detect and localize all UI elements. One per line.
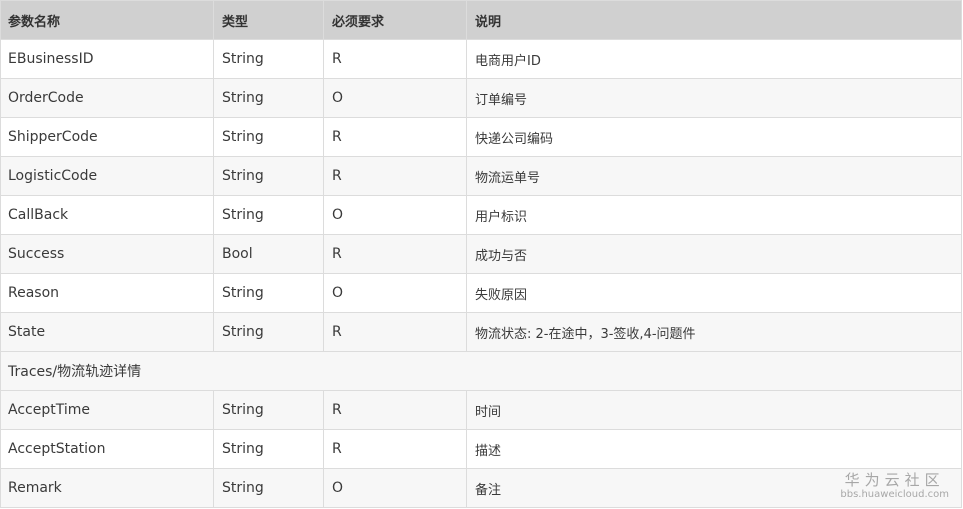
cell-param-name: Remark: [0, 468, 214, 508]
cell-description: 成功与否: [466, 234, 962, 274]
cell-param-name: State: [0, 312, 214, 352]
header-description: 说明: [466, 0, 962, 40]
cell-type: String: [213, 429, 324, 469]
cell-param-name: LogisticCode: [0, 156, 214, 196]
cell-type: String: [213, 156, 324, 196]
cell-param-name: AcceptTime: [0, 390, 214, 430]
cell-description: 订单编号: [466, 78, 962, 118]
cell-param-name: Success: [0, 234, 214, 274]
cell-param-name: AcceptStation: [0, 429, 214, 469]
cell-required: R: [323, 39, 467, 79]
table-row: OrderCode String O 订单编号: [0, 78, 962, 118]
cell-param-name: EBusinessID: [0, 39, 214, 79]
header-required: 必须要求: [323, 0, 467, 40]
table-row: AcceptStation String R 描述: [0, 429, 962, 469]
section-header-row: Traces/物流轨迹详情: [0, 351, 962, 391]
cell-type: String: [213, 39, 324, 79]
header-type: 类型: [213, 0, 324, 40]
cell-description: 物流运单号: [466, 156, 962, 196]
cell-type: String: [213, 468, 324, 508]
cell-param-name: ShipperCode: [0, 117, 214, 157]
cell-param-name: CallBack: [0, 195, 214, 235]
cell-required: O: [323, 195, 467, 235]
cell-required: O: [323, 273, 467, 313]
header-param-name: 参数名称: [0, 0, 214, 40]
cell-description: 时间: [466, 390, 962, 430]
cell-required: R: [323, 390, 467, 430]
cell-param-name: Reason: [0, 273, 214, 313]
cell-type: String: [213, 390, 324, 430]
watermark-title: 华为云社区: [844, 471, 945, 489]
cell-type: String: [213, 195, 324, 235]
cell-required: R: [323, 156, 467, 196]
cell-param-name: OrderCode: [0, 78, 214, 118]
cell-description: 快递公司编码: [466, 117, 962, 157]
section-label: Traces/物流轨迹详情: [0, 351, 962, 391]
cell-required: O: [323, 468, 467, 508]
cell-description: 失败原因: [466, 273, 962, 313]
table-row: Remark String O 备注: [0, 468, 962, 508]
cell-required: O: [323, 78, 467, 118]
cell-type: String: [213, 273, 324, 313]
cell-type: String: [213, 312, 324, 352]
table-row: Reason String O 失败原因: [0, 273, 962, 313]
watermark: 华为云社区 bbs.huaweicloud.com: [840, 471, 949, 501]
parameter-table: 参数名称 类型 必须要求 说明 EBusinessID String R 电商用…: [0, 0, 962, 508]
table-row: LogisticCode String R 物流运单号: [0, 156, 962, 196]
cell-description: 描述: [466, 429, 962, 469]
cell-required: R: [323, 312, 467, 352]
cell-description: 电商用户ID: [466, 39, 962, 79]
cell-type: Bool: [213, 234, 324, 274]
table-row: EBusinessID String R 电商用户ID: [0, 39, 962, 79]
cell-type: String: [213, 78, 324, 118]
table-row: CallBack String O 用户标识: [0, 195, 962, 235]
table-row: Success Bool R 成功与否: [0, 234, 962, 274]
cell-required: R: [323, 429, 467, 469]
table-row: AcceptTime String R 时间: [0, 390, 962, 430]
cell-description: 用户标识: [466, 195, 962, 235]
table-header-row: 参数名称 类型 必须要求 说明: [0, 0, 962, 40]
watermark-url: bbs.huaweicloud.com: [840, 489, 949, 500]
cell-type: String: [213, 117, 324, 157]
table-row: State String R 物流状态: 2-在途中，3-签收,4-问题件: [0, 312, 962, 352]
table-row: ShipperCode String R 快递公司编码: [0, 117, 962, 157]
cell-description: 物流状态: 2-在途中，3-签收,4-问题件: [466, 312, 962, 352]
cell-required: R: [323, 234, 467, 274]
cell-required: R: [323, 117, 467, 157]
